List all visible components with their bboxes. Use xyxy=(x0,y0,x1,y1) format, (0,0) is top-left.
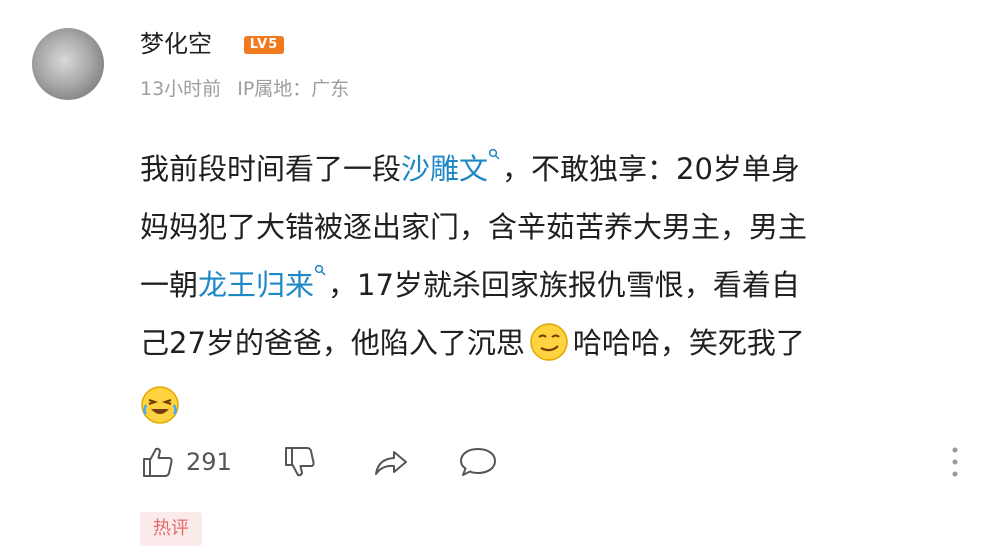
like-button[interactable]: 291 xyxy=(140,444,232,480)
timestamp: 13小时前 xyxy=(140,78,222,100)
comment-bubble-icon xyxy=(459,448,496,476)
text-segment: 己27岁的爸爸，他陷入了沉思 xyxy=(140,326,525,360)
text-segment: 一朝 xyxy=(140,268,199,302)
comment-card: 梦化空 LV5 13小时前 IP属地：广东 我前段时间看了一段沙雕文 ，不敢独享：… xyxy=(0,0,1000,554)
comment-line: 己27岁的爸爸，他陷入了沉思 哈哈哈，笑死我了 xyxy=(140,314,960,372)
avatar[interactable] xyxy=(32,28,104,100)
dislike-button[interactable] xyxy=(282,444,318,480)
text-segment: 妈妈犯了大错被逐出家门，含辛茹苦养大男主，男主 xyxy=(140,210,808,244)
share-button[interactable] xyxy=(372,444,410,480)
thumbs-down-icon xyxy=(284,447,315,477)
comment-line: 一朝龙王归来 ，17岁就杀回家族报仇雪恨，看着自 xyxy=(140,256,960,314)
text-segment: ，不敢独享：20岁单身 xyxy=(502,152,800,186)
search-icon xyxy=(488,148,500,160)
search-link-text: 龙王归来 xyxy=(198,268,315,302)
thumbs-up-icon xyxy=(143,447,173,477)
comment-line xyxy=(140,372,960,430)
search-link-text: 沙雕文 xyxy=(401,152,489,186)
level-badge: LV5 xyxy=(244,36,284,54)
like-count: 291 xyxy=(186,448,232,476)
text-segment: ，17岁就杀回家族报仇雪恨，看着自 xyxy=(328,268,800,302)
reply-button[interactable] xyxy=(458,444,498,480)
search-link[interactable]: 龙王归来 xyxy=(198,264,328,302)
smirk-emoji-icon xyxy=(530,323,568,361)
comment-text: 我前段时间看了一段沙雕文 ，不敢独享：20岁单身 妈妈犯了大错被逐出家门，含辛茹苦… xyxy=(140,140,960,430)
username[interactable]: 梦化空 xyxy=(140,30,212,58)
search-icon xyxy=(314,264,326,276)
text-segment: 我前段时间看了一段 xyxy=(140,152,402,186)
search-link[interactable]: 沙雕文 xyxy=(401,148,502,186)
text-segment: 哈哈哈，笑死我了 xyxy=(572,326,805,360)
ip-location: IP属地：广东 xyxy=(237,78,350,100)
action-bar: 291 xyxy=(140,440,498,484)
laugh-cry-emoji-icon xyxy=(141,386,179,424)
comment-line: 我前段时间看了一段沙雕文 ，不敢独享：20岁单身 xyxy=(140,140,960,198)
share-icon xyxy=(374,451,407,475)
more-options-icon[interactable] xyxy=(948,444,962,480)
comment-meta: 13小时前 IP属地：广东 xyxy=(140,78,349,100)
comment-line: 妈妈犯了大错被逐出家门，含辛茹苦养大男主，男主 xyxy=(140,198,960,256)
hot-comment-tag: 热评 xyxy=(140,512,202,546)
